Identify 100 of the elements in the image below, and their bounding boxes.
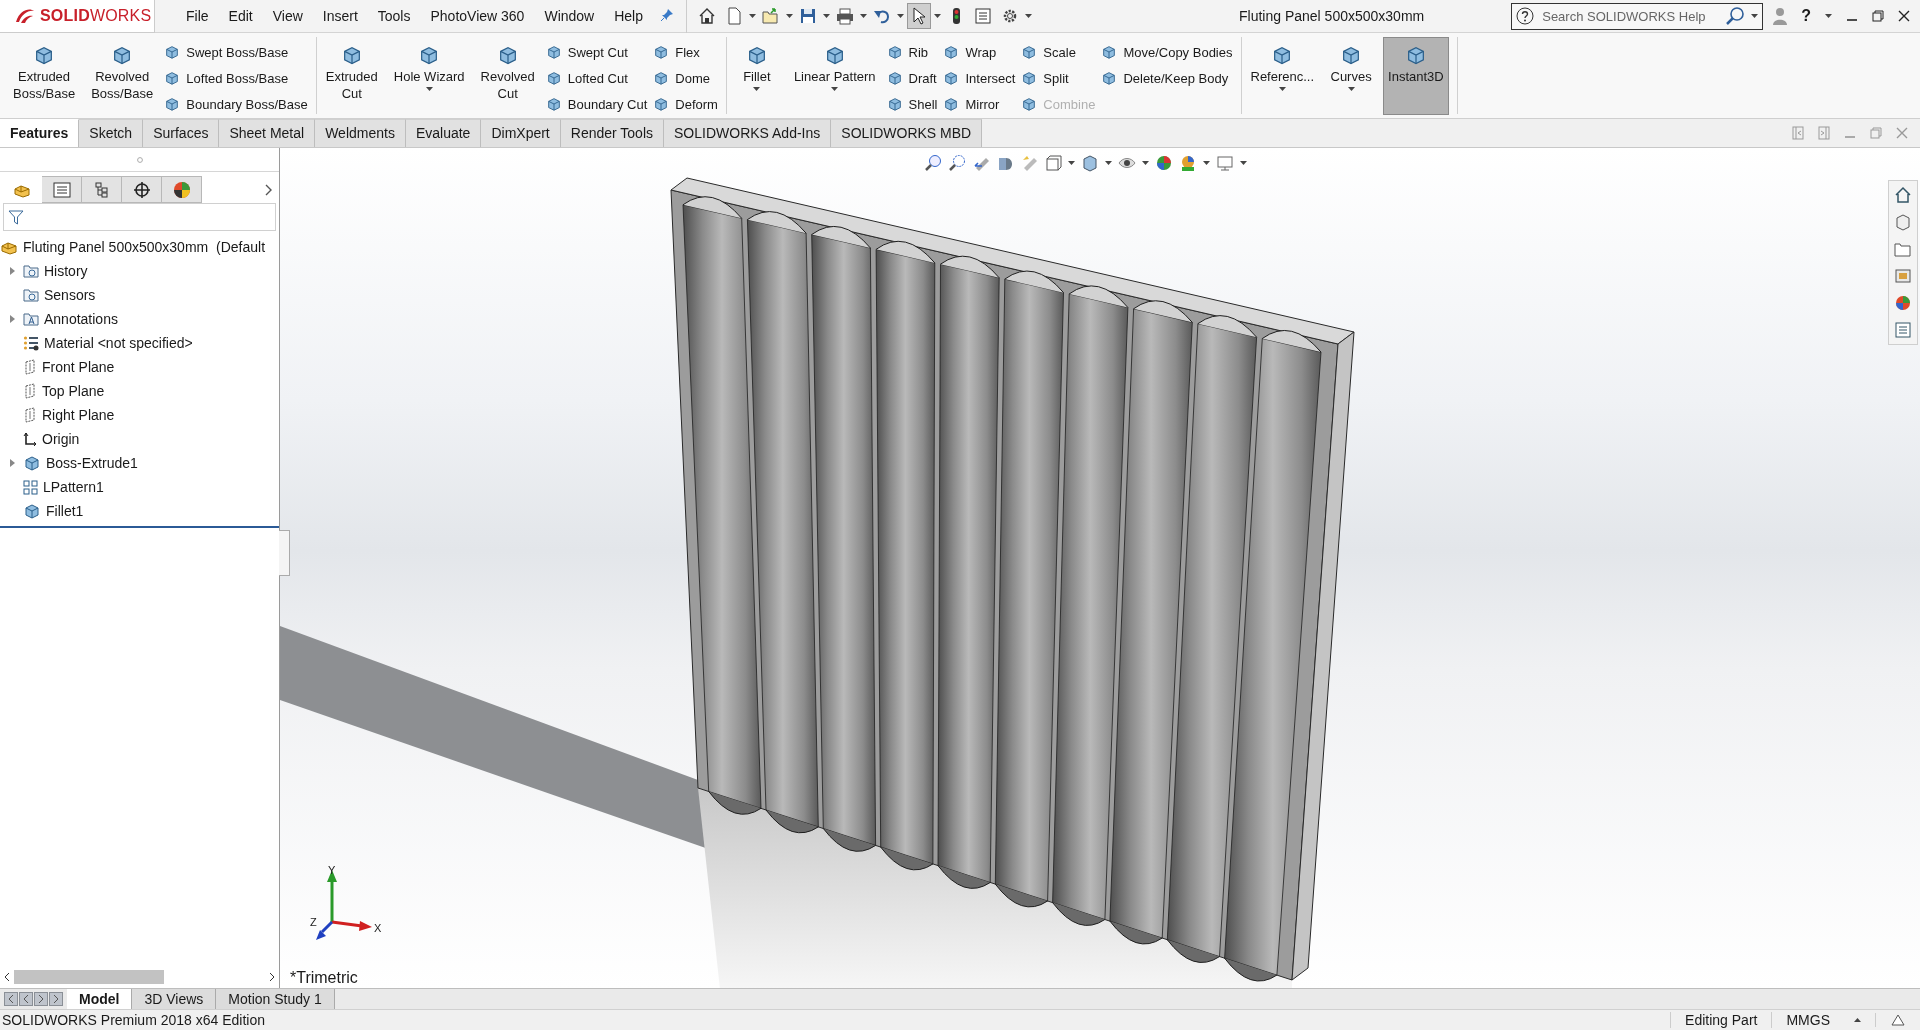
model-tab[interactable]: Model [67,989,133,1009]
ribbon-button[interactable]: Extruded Cut [320,37,383,115]
restore-icon[interactable] [1872,10,1884,22]
ribbon-button[interactable]: Hole Wizard [388,37,470,115]
ribbon-button[interactable]: Lofted Boss/Base [164,67,308,89]
view-orientation-icon[interactable] [1044,154,1062,172]
command-tab[interactable]: SOLIDWORKS Add-Ins [664,119,832,147]
caret-icon [786,14,793,18]
ribbon-button[interactable]: Curves [1325,37,1378,115]
ribbon-button[interactable]: Deform [653,93,718,115]
notification-icon[interactable] [1890,1013,1906,1027]
properties-list-icon[interactable] [1892,319,1914,341]
ribbon-button[interactable]: Linear Pattern [788,37,881,115]
caret-icon [1203,161,1210,165]
ribbon-button[interactable]: Revolved Boss/Base [86,37,159,115]
help-button[interactable]: ? [1801,7,1811,25]
scene-icon[interactable] [1179,154,1197,172]
menu-item[interactable]: Edit [219,4,262,28]
ribbon-button[interactable]: Move/Copy Bodies [1101,41,1233,63]
ribbon-button[interactable]: Boundary Cut [545,93,648,115]
ribbon-button[interactable]: Delete/Keep Body [1101,67,1233,89]
menu-item[interactable]: PhotoView 360 [421,4,534,28]
caret-up-icon[interactable] [1854,1018,1861,1022]
tree-item[interactable]: Annotations [0,307,279,331]
ribbon-button[interactable]: Wrap [943,41,1016,63]
toolbar-button[interactable] [907,3,931,29]
monitor-icon[interactable] [1216,154,1234,172]
command-tab[interactable]: Evaluate [405,119,482,147]
menu-item[interactable]: Tools [368,4,420,28]
tile-left-icon[interactable] [1792,126,1804,140]
menu-item[interactable]: File [177,4,218,28]
tree-item[interactable]: Top Plane [0,379,279,403]
ribbon-button[interactable]: Scale [1021,41,1096,63]
ribbon-button[interactable]: Shell [886,93,938,115]
tree-item[interactable]: Fillet1 [0,499,279,523]
panel-tab[interactable] [162,176,202,203]
ribbon-button[interactable]: Revolved Cut [475,37,540,115]
menu-item[interactable]: View [263,4,312,28]
expand-arrow-icon[interactable] [9,267,15,275]
ribbon-button[interactable]: Extruded Boss/Base [8,37,81,115]
command-tab[interactable]: DimXpert [481,119,561,147]
tree-item[interactable]: Material <not specified> [0,331,279,355]
model-tab[interactable]: Motion Study 1 [216,989,335,1009]
command-tab[interactable]: SOLIDWORKS MBD [831,119,983,147]
tree-item[interactable]: LPattern1 [0,475,279,499]
tree-item[interactable]: Boss-Extrude1 [0,451,279,475]
menu-item[interactable]: Help [605,4,652,28]
ribbon-button[interactable]: Dome [653,67,718,89]
pattern-icon [23,479,38,495]
scroll-right-icon[interactable] [269,972,275,982]
ribbon-button[interactable]: Flex [653,41,718,63]
list-icon [974,7,992,25]
edit-appearance-icon[interactable] [1155,154,1173,172]
ribbon-button[interactable]: Lofted Cut [545,67,648,89]
user-icon[interactable] [1773,7,1788,25]
command-tab[interactable]: Weldments [315,119,406,147]
ribbon-button[interactable]: Referenc... [1245,37,1320,115]
search-input[interactable]: Search SOLIDWORKS Help [1540,7,1720,25]
menu-item[interactable]: Window [535,4,604,28]
tree-item[interactable]: Front Plane [0,355,279,379]
ribbon-button[interactable]: Swept Cut [545,41,648,63]
zoom-area-icon[interactable] [948,154,966,172]
tree-item[interactable]: History [0,259,279,283]
ribbon-button[interactable]: Rib [886,41,938,63]
ribbon-button[interactable]: Split [1021,67,1096,89]
command-tab[interactable]: Surfaces [143,119,220,147]
close-icon[interactable] [1898,10,1910,22]
expand-arrow-icon[interactable] [9,459,15,467]
search-field[interactable]: Search SOLIDWORKS Help [1511,2,1764,30]
ribbon-button[interactable]: Draft [886,67,938,89]
menu-item[interactable]: Insert [313,4,367,28]
command-tab[interactable]: Render Tools [560,119,664,147]
search-icon[interactable] [1725,6,1746,26]
filter-field[interactable] [3,203,276,231]
ribbon-button[interactable]: Instant3D [1383,37,1449,115]
status-text: Editing Part [1685,1012,1758,1028]
grip-icon[interactable] [136,156,143,163]
scroll-left-icon[interactable] [4,972,10,982]
panel-tab[interactable] [122,176,162,203]
model-tab[interactable]: 3D Views [132,989,217,1009]
chevron-right-icon[interactable] [265,183,273,196]
tree-item[interactable]: Right Plane [0,403,279,427]
units-selector[interactable]: MMGS [1786,1012,1830,1028]
ribbon-button[interactable]: Swept Boss/Base [164,41,308,63]
ribbon-button[interactable]: Fillet [730,37,783,115]
command-tab[interactable]: Features [0,119,80,147]
expand-arrow-icon[interactable] [9,315,15,323]
tree-item[interactable]: Origin [0,427,279,451]
panel-collapse-handle[interactable] [279,530,290,576]
command-tab[interactable]: Sketch [79,119,144,147]
ribbon-button[interactable]: Intersect [943,67,1016,89]
command-tab[interactable]: Sheet Metal [219,119,316,147]
ribbon-button[interactable]: Mirror [943,93,1016,115]
ribbon-button[interactable]: Boundary Boss/Base [164,93,308,115]
zoom-to-fit-icon[interactable] [924,154,942,172]
tree-item[interactable]: Sensors [0,283,279,307]
tree-item[interactable]: Fluting Panel 500x500x30mm (Default [0,235,279,259]
cube-icon [1101,44,1118,60]
tile-right-icon[interactable] [1818,126,1830,140]
display-style-icon[interactable] [1081,154,1099,172]
